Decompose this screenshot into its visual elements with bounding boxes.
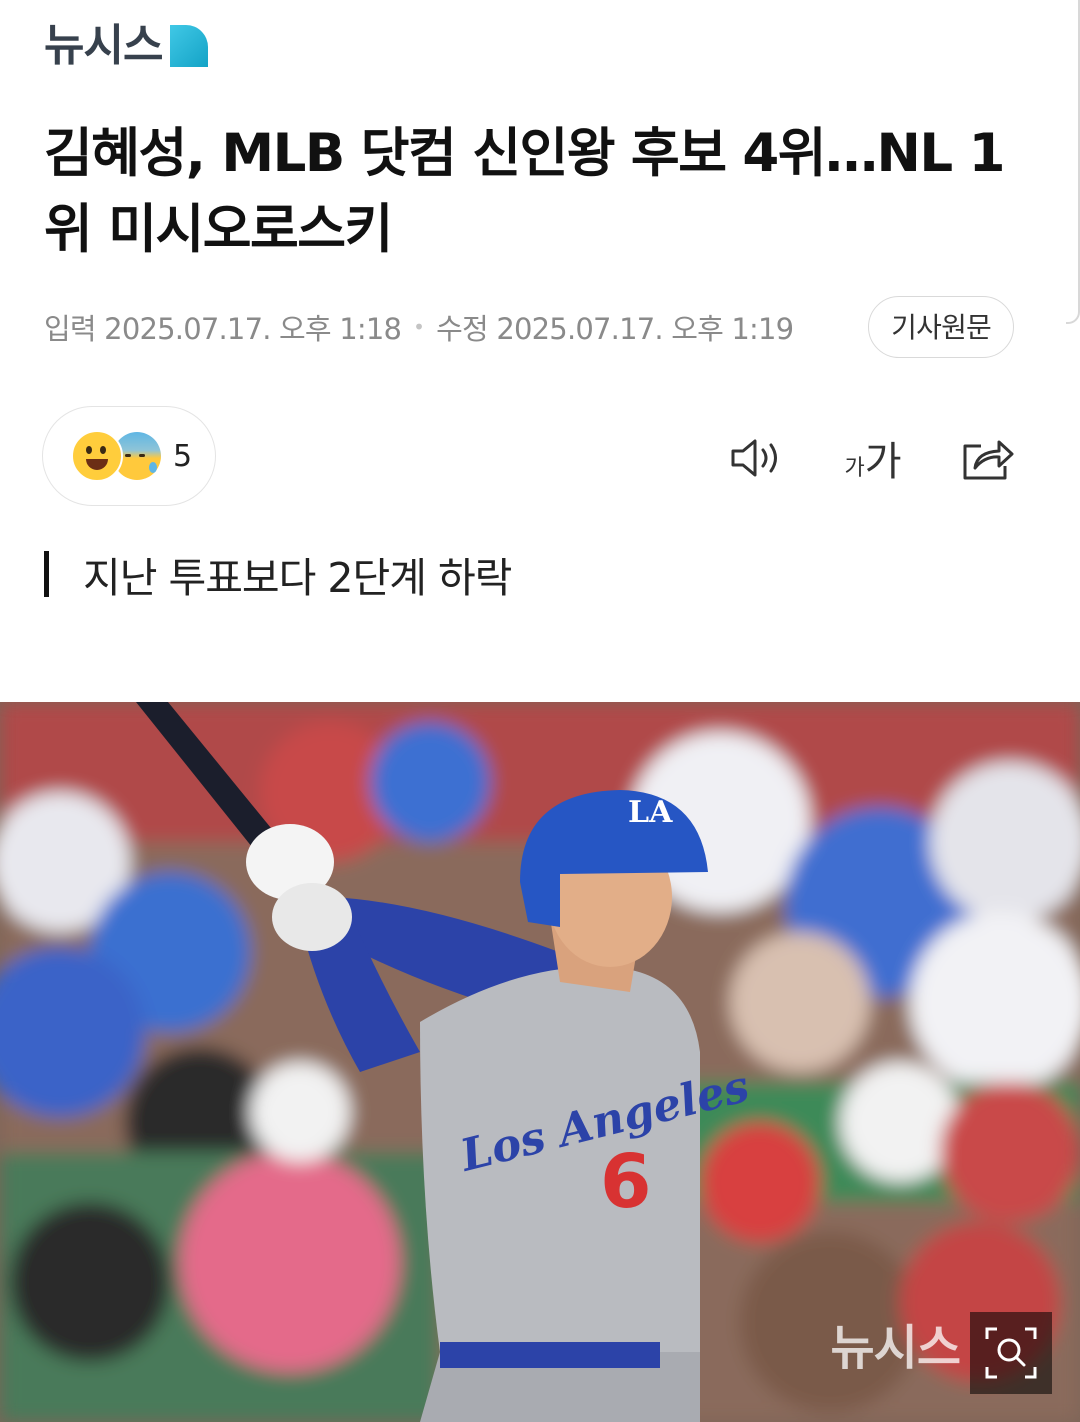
listen-button[interactable] [728,430,786,486]
logo-text: 뉴시스 [44,20,163,71]
zoom-icon [983,1325,1039,1381]
font-size-icon: 가가 [844,429,901,487]
article-subtitle: 지난 투표보다 2단계 하락 [44,548,512,602]
speaker-icon [729,436,785,480]
jersey-number: 6 [600,1139,652,1225]
logo-mark-icon [170,25,209,67]
original-article-button[interactable]: 기사원문 [868,296,1014,358]
font-size-small-label: 가 [844,456,865,481]
font-size-large-label: 가 [864,439,902,485]
share-icon [959,434,1015,482]
grinning-face-icon [71,430,123,482]
article-photo[interactable]: Los Angeles 6 LA 뉴시스 [0,702,1080,1422]
article-meta: 입력 2025.07.17. 오후 1:18 • 수정 2025.07.17. … [44,296,1014,358]
reaction-button[interactable]: 5 [42,406,216,506]
page-edge [1066,0,1080,324]
subtitle-bar [44,551,49,597]
share-button[interactable] [958,430,1016,486]
separator-dot: • [413,315,425,339]
modified-time: 수정 2025.07.17. 오후 1:19 [436,312,794,346]
site-logo[interactable]: 뉴시스 [44,20,209,71]
article-headline: 김혜성, MLB 닷컴 신인왕 후보 4위…NL 1위 미시오로스키 [44,123,1006,260]
font-size-button[interactable]: 가가 [840,430,906,486]
reaction-count: 5 [173,438,193,474]
subtitle-text: 지난 투표보다 2단계 하락 [83,554,512,602]
cap-logo: LA [628,795,673,830]
photo-zoom-button[interactable] [970,1312,1052,1394]
photo-watermark: 뉴시스 [830,1320,961,1376]
published-time: 입력 2025.07.17. 오후 1:18 [44,312,402,346]
